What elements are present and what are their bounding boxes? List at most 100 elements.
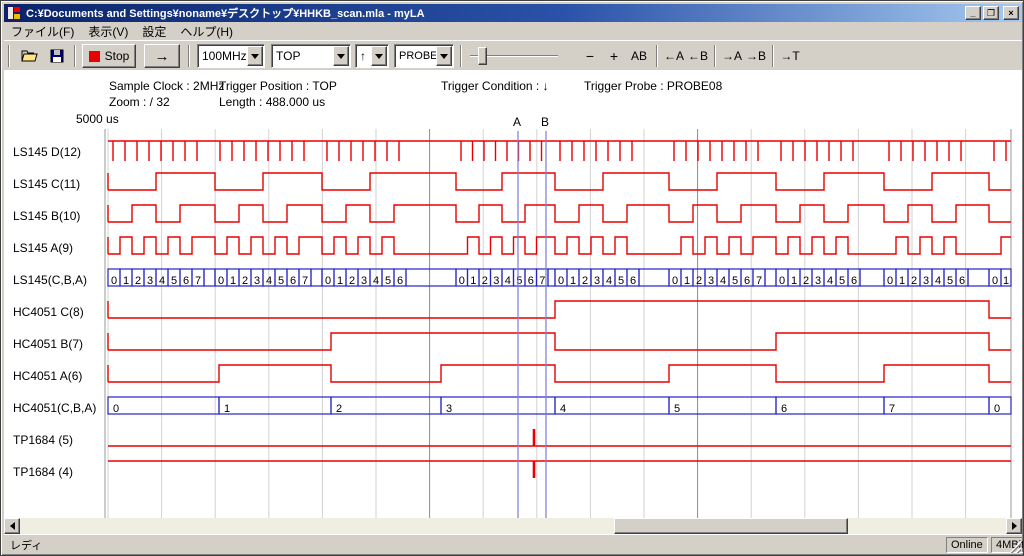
bus-segment [108, 397, 219, 414]
bus-value: 2 [911, 275, 917, 287]
bus-value: 0 [325, 275, 331, 287]
toolbar-separator [188, 45, 190, 67]
bus-value: 3 [923, 275, 929, 287]
minimize-button[interactable]: _ [965, 6, 981, 20]
waveform-row [108, 301, 1011, 318]
bus-value: 7 [539, 275, 545, 287]
signal-line [108, 173, 1011, 190]
bus-value: 1 [470, 275, 476, 287]
bus-value: 4 [373, 275, 379, 287]
trigger-edge-select[interactable]: ↑ [355, 44, 389, 68]
bus-value: 4 [720, 275, 726, 287]
maximize-button[interactable]: ❐ [983, 6, 999, 20]
menu-item-0[interactable]: ファイル(F) [4, 22, 81, 41]
bus-value: 2 [482, 275, 488, 287]
bus-value: 7 [756, 275, 762, 287]
bus-value: 3 [147, 275, 153, 287]
bus-value: 5 [278, 275, 284, 287]
bus-value: 1 [224, 403, 230, 415]
bus-value: 3 [446, 403, 452, 415]
waveform-row [108, 205, 1011, 222]
bus-segment [204, 269, 215, 286]
app-icon [6, 5, 22, 21]
bus-value: 6 [183, 275, 189, 287]
bus-value: 5 [618, 275, 624, 287]
goto-cursor-b-left-button[interactable]: ←B [686, 44, 710, 68]
window-title: C:¥Documents and Settings¥noname¥デスクトップ¥… [26, 5, 965, 21]
bus-value: 6 [528, 275, 534, 287]
bus-value: 2 [336, 403, 342, 415]
scroll-right-button[interactable] [1006, 518, 1022, 534]
horizontal-scrollbar[interactable] [4, 518, 1022, 534]
dropdown-arrow-icon[interactable] [247, 46, 263, 66]
close-button[interactable]: × [1003, 6, 1019, 20]
bus-value: 1 [230, 275, 236, 287]
bus-value: 0 [113, 403, 119, 415]
bus-segment [219, 397, 331, 414]
waveform-client-area: Sample Clock : 2MHz Trigger Position : T… [4, 70, 1022, 518]
menu-item-3[interactable]: ヘルプ(H) [173, 22, 240, 41]
toolbar: Stop → 100MHz TOP ↑ PROBE00 − + AB ←A ←B… [4, 40, 1022, 70]
goto-cursor-b-right-button[interactable]: →B [744, 44, 768, 68]
open-folder-icon [21, 49, 39, 63]
bus-value: 1 [684, 275, 690, 287]
goto-trigger-button[interactable]: →T [778, 44, 802, 68]
bus-value: 0 [994, 403, 1000, 415]
trigger-probe-select[interactable]: PROBE00 [394, 44, 454, 68]
bus-value: 7 [889, 403, 895, 415]
goto-cursor-a-left-button[interactable]: ←A [662, 44, 686, 68]
bus-value: 4 [505, 275, 511, 287]
dropdown-arrow-icon[interactable] [333, 46, 349, 66]
save-button[interactable] [44, 44, 69, 68]
goto-cursor-a-right-button[interactable]: →A [720, 44, 744, 68]
bus-value: 6 [397, 275, 403, 287]
menu-item-1[interactable]: 表示(V) [81, 22, 135, 41]
ab-cursor-button[interactable]: AB [626, 44, 652, 68]
trigger-position-value: TOP [276, 49, 300, 63]
stop-button[interactable]: Stop [82, 44, 136, 68]
waveform-row [108, 461, 1011, 478]
zoom-out-button[interactable]: − [580, 44, 600, 68]
bus-value: 4 [159, 275, 165, 287]
bus-value: 3 [708, 275, 714, 287]
bus-value: 0 [992, 275, 998, 287]
bus-value: 6 [630, 275, 636, 287]
signal-line [108, 205, 1011, 222]
dropdown-arrow-icon[interactable] [371, 46, 387, 66]
menu-item-2[interactable]: 設定 [135, 22, 173, 41]
bus-value: 5 [171, 275, 177, 287]
scrollbar-thumb[interactable] [614, 518, 848, 534]
open-file-button[interactable] [17, 44, 42, 68]
bus-value: 5 [947, 275, 953, 287]
zoom-slider-handle[interactable] [478, 47, 487, 65]
bus-value: 1 [899, 275, 905, 287]
waveform-row: 0123456701234567012345601234567012345601… [108, 269, 1011, 287]
waveform-row [108, 333, 1011, 350]
scroll-left-button[interactable] [4, 518, 20, 534]
bus-segment [860, 269, 884, 286]
bus-value: 0 [779, 275, 785, 287]
waveform-plot: 0123456701234567012345601234567012345601… [4, 70, 1022, 518]
bus-segment [406, 269, 456, 286]
bus-value: 4 [606, 275, 612, 287]
sample-clock-select[interactable]: 100MHz [197, 44, 265, 68]
waveform-row [108, 141, 1011, 161]
run-button[interactable]: → [144, 44, 180, 68]
signal-line [108, 301, 1011, 318]
bus-value: 0 [218, 275, 224, 287]
bus-value: 3 [815, 275, 821, 287]
resize-grip[interactable] [1009, 541, 1021, 553]
waveform-row [108, 237, 1011, 254]
bus-value: 4 [560, 403, 566, 415]
status-bar: レディ Online 4MBit [4, 534, 1022, 554]
bus-value: 1 [791, 275, 797, 287]
dropdown-arrow-icon[interactable] [436, 46, 452, 66]
toolbar-separator [656, 45, 658, 67]
zoom-in-button[interactable]: + [604, 44, 624, 68]
trigger-position-select[interactable]: TOP [271, 44, 351, 68]
bus-value: 4 [827, 275, 833, 287]
bus-value: 0 [887, 275, 893, 287]
bus-value: 2 [696, 275, 702, 287]
bus-value: 3 [594, 275, 600, 287]
bus-value: 6 [781, 403, 787, 415]
